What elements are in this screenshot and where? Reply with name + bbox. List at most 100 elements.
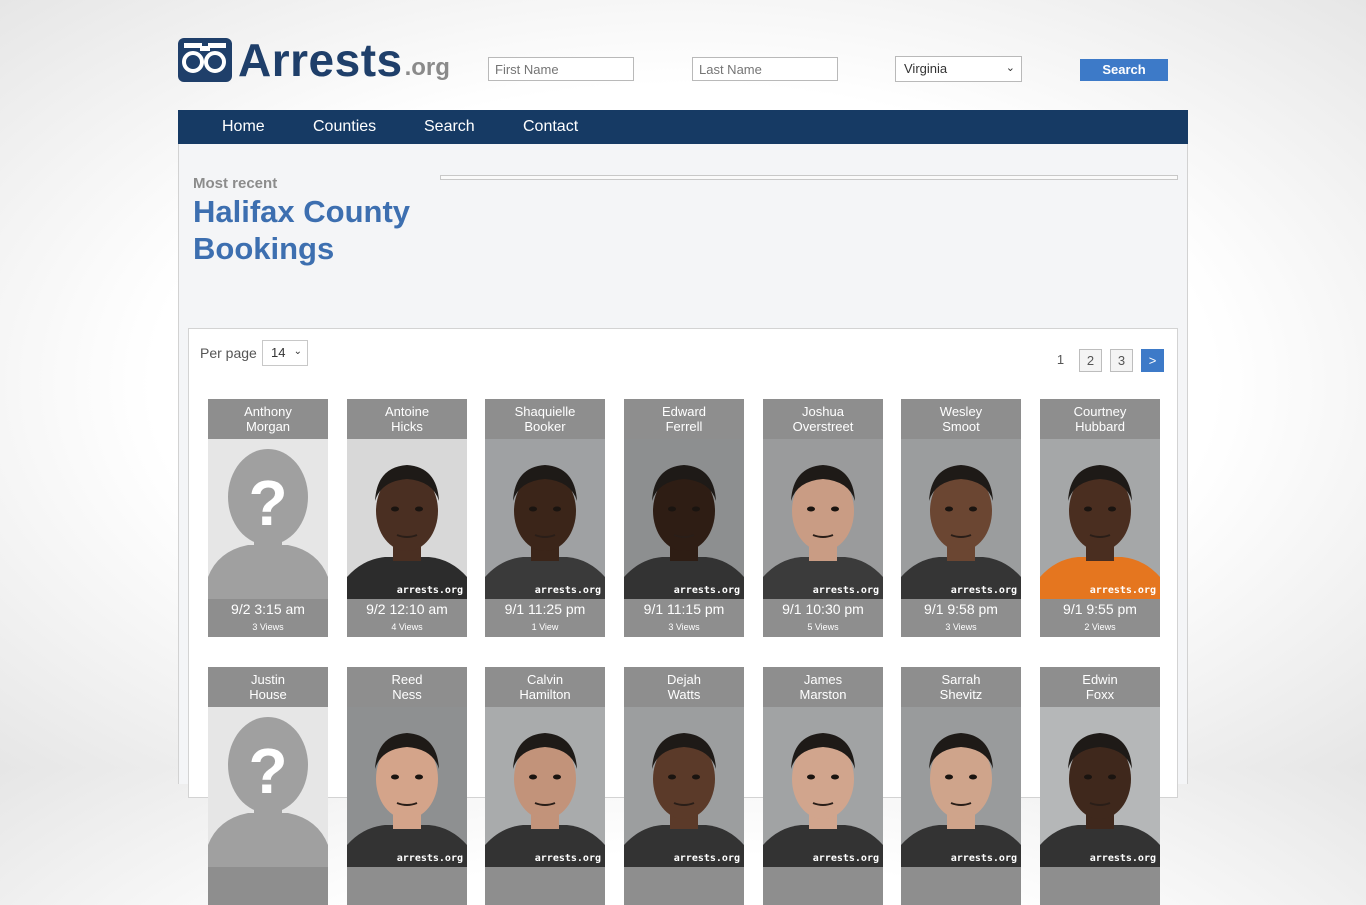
booking-last-name: House (249, 687, 287, 702)
booking-views: 3 Views (668, 622, 700, 632)
mugshot-photo[interactable]: arrests.org (624, 707, 744, 867)
nav-home[interactable]: Home (222, 110, 265, 143)
booking-name[interactable]: James Marston (763, 667, 883, 707)
booking-name[interactable]: Calvin Hamilton (485, 667, 605, 707)
booking-first-name: Anthony (244, 404, 292, 419)
svg-text:?: ? (248, 735, 287, 807)
no-photo-placeholder[interactable]: ? (208, 439, 328, 599)
booking-name[interactable]: Edwin Foxx (1040, 667, 1160, 707)
booking-name[interactable]: Anthony Morgan (208, 399, 328, 439)
booking-views: 5 Views (807, 622, 839, 632)
last-name-input[interactable] (692, 57, 838, 81)
booking-card[interactable]: Anthony Morgan? 9/2 3:15 am 3 Views (208, 399, 328, 637)
booking-last-name: Hamilton (519, 687, 571, 702)
mugshot-photo[interactable]: arrests.org (1040, 707, 1160, 867)
booking-card[interactable]: Antoine Hicks arrests.org 9/2 12:10 am 4 Vie… (347, 399, 467, 637)
mugshot-photo[interactable]: arrests.org (624, 439, 744, 599)
search-button[interactable]: Search (1080, 59, 1168, 81)
site-logo[interactable]: Arrests .org (178, 36, 450, 83)
page-next-button[interactable]: > (1141, 349, 1164, 372)
person-silhouette-icon (624, 465, 744, 599)
mugshot-photo[interactable]: arrests.org (485, 707, 605, 867)
booking-name[interactable]: Antoine Hicks (347, 399, 467, 439)
booking-time: 9/2 3:15 am (231, 601, 305, 617)
per-page-label: Per page (200, 345, 257, 361)
booking-last-name: Overstreet (792, 419, 854, 434)
brand-tld: .org (404, 54, 450, 81)
booking-card[interactable]: Justin House? (208, 667, 328, 905)
booking-name[interactable]: Dejah Watts (624, 667, 744, 707)
watermark: arrests.org (534, 585, 601, 596)
svg-text:?: ? (248, 467, 287, 539)
chevron-down-icon: ⌄ (1005, 62, 1015, 74)
booking-name[interactable]: Courtney Hubbard (1040, 399, 1160, 439)
nav-counties[interactable]: Counties (313, 110, 376, 143)
person-silhouette-icon (624, 733, 744, 867)
booking-time: 9/1 11:25 pm (504, 601, 586, 617)
booking-last-name: Hicks (391, 419, 423, 434)
page-link-2[interactable]: 2 (1079, 349, 1102, 372)
booking-card[interactable]: Shaquielle Booker arrests.org 9/1 11:25 pm 1… (485, 399, 605, 637)
mugshot-photo[interactable]: arrests.org (347, 707, 467, 867)
site-header: Arrests .org Virginia ⌄ Search (178, 34, 1188, 84)
booking-last-name: Hubbard (1075, 419, 1125, 434)
booking-card[interactable]: Courtney Hubbard arrests.org 9/1 9:55 pm 2 V… (1040, 399, 1160, 637)
mugshot-photo[interactable]: arrests.org (485, 439, 605, 599)
booking-name[interactable]: Edward Ferrell (624, 399, 744, 439)
booking-card[interactable]: Edwin Foxx arrests.org (1040, 667, 1160, 905)
booking-last-name: Ferrell (665, 419, 703, 434)
mugshot-photo[interactable]: arrests.org (763, 439, 883, 599)
booking-last-name: Foxx (1085, 687, 1115, 702)
watermark: arrests.org (673, 853, 740, 864)
person-silhouette-icon (763, 465, 883, 599)
booking-card[interactable]: Sarrah Shevitz arrests.org (901, 667, 1021, 905)
person-silhouette-icon (485, 465, 605, 599)
first-name-input[interactable] (488, 57, 634, 81)
mugshot-photo[interactable]: arrests.org (1040, 439, 1160, 599)
watermark: arrests.org (534, 853, 601, 864)
main-nav: Home Counties Search Contact (178, 110, 1188, 144)
nav-search[interactable]: Search (424, 110, 475, 143)
booking-card[interactable]: Reed Ness arrests.org (347, 667, 467, 905)
booking-card[interactable]: Edward Ferrell arrests.org 9/1 11:15 pm 3 Vi… (624, 399, 744, 637)
booking-card[interactable]: Joshua Overstreet arrests.org 9/1 10:30 pm 5… (763, 399, 883, 637)
person-silhouette-icon (485, 733, 605, 867)
watermark: arrests.org (1089, 585, 1156, 596)
booking-last-name: Marston (799, 687, 847, 702)
booking-card[interactable]: Dejah Watts arrests.org (624, 667, 744, 905)
page-current: 1 (1056, 352, 1065, 367)
booking-first-name: Courtney (1073, 404, 1127, 419)
booking-first-name: Edwin (1082, 672, 1118, 687)
booking-time: 9/1 10:30 pm (782, 601, 864, 617)
mugshot-photo[interactable]: arrests.org (901, 439, 1021, 599)
booking-views: 2 Views (1084, 622, 1116, 632)
watermark: arrests.org (396, 585, 463, 596)
mugshot-photo[interactable]: arrests.org (347, 439, 467, 599)
booking-name[interactable]: Wesley Smoot (901, 399, 1021, 439)
booking-card[interactable]: Wesley Smoot arrests.org 9/1 9:58 pm 3 Views (901, 399, 1021, 637)
booking-card[interactable]: James Marston arrests.org (763, 667, 883, 905)
nav-contact[interactable]: Contact (523, 110, 578, 143)
booking-time: 9/1 9:55 pm (1063, 601, 1137, 617)
booking-card[interactable]: Calvin Hamilton arrests.org (485, 667, 605, 905)
booking-last-name: Shevitz (939, 687, 983, 702)
booking-name[interactable]: Sarrah Shevitz (901, 667, 1021, 707)
mugshot-photo[interactable]: arrests.org (901, 707, 1021, 867)
no-photo-placeholder[interactable]: ? (208, 707, 328, 867)
booking-name[interactable]: Joshua Overstreet (763, 399, 883, 439)
booking-first-name: Calvin (526, 672, 564, 687)
booking-name[interactable]: Reed Ness (347, 667, 467, 707)
main-content: Most recent Halifax County Bookings Per … (178, 144, 1188, 905)
booking-views: 3 Views (945, 622, 977, 632)
person-silhouette-icon (901, 465, 1021, 599)
booking-last-name: Booker (524, 419, 566, 434)
booking-name[interactable]: Shaquielle Booker (485, 399, 605, 439)
booking-last-name: Morgan (245, 419, 291, 434)
person-silhouette-icon (1040, 733, 1160, 867)
page-link-3[interactable]: 3 (1110, 349, 1133, 372)
booking-first-name: Shaquielle (514, 404, 576, 419)
mugshot-photo[interactable]: arrests.org (763, 707, 883, 867)
booking-name[interactable]: Justin House (208, 667, 328, 707)
per-page-select[interactable]: 14 ⌄ (262, 340, 308, 366)
state-select[interactable]: Virginia ⌄ (895, 56, 1022, 82)
